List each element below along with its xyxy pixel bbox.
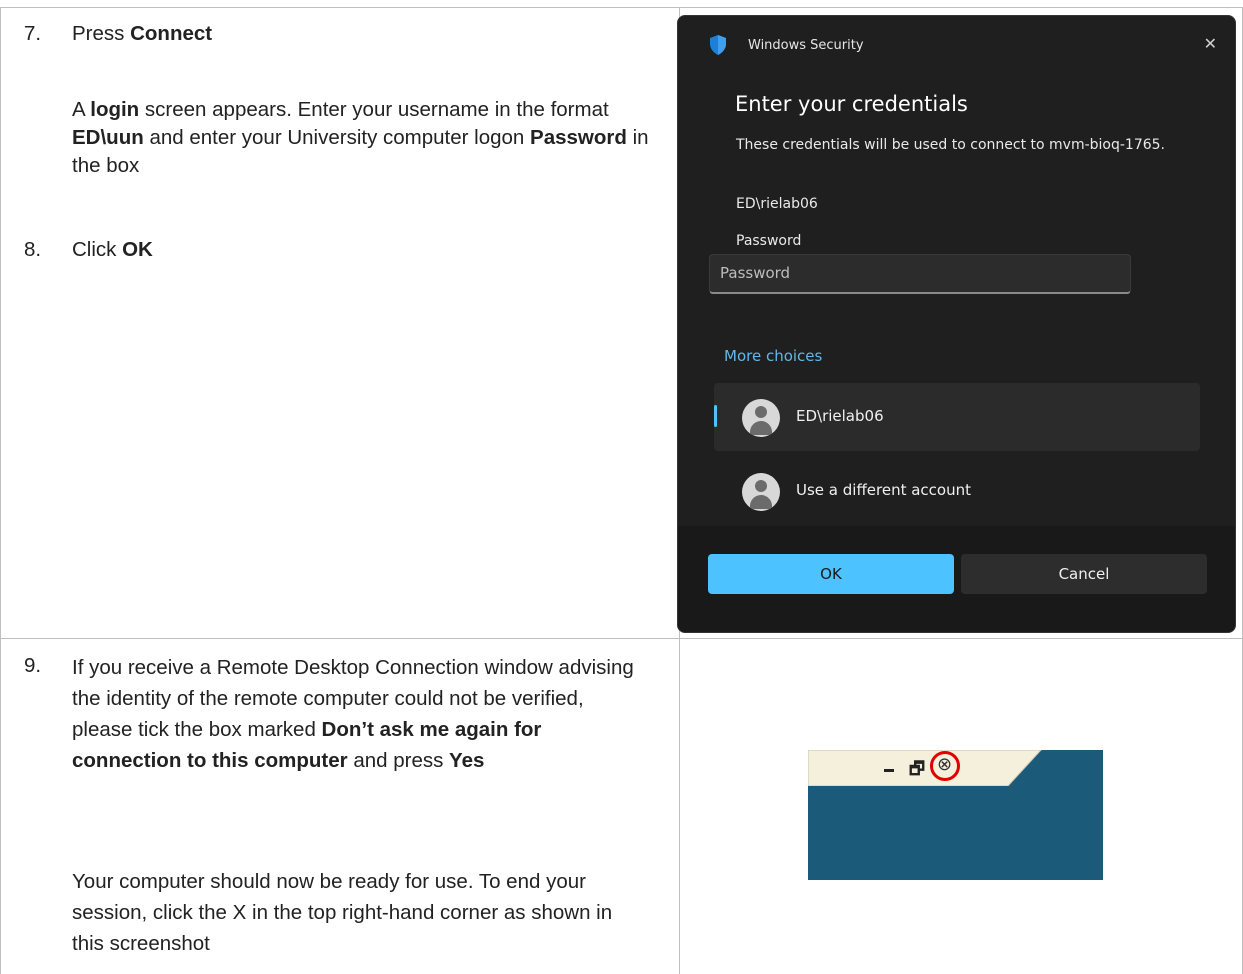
step-number: 9. <box>24 654 42 677</box>
step-number: 7. <box>24 22 42 45</box>
password-label: Password <box>736 233 802 249</box>
detail-text: A <box>72 98 91 121</box>
avatar-icon <box>742 473 780 511</box>
step-text-plain: Click <box>72 238 123 261</box>
account-option-other[interactable]: Use a different account <box>714 457 1200 525</box>
detail-text: and enter your University computer logon <box>143 126 531 149</box>
title-bar-screenshot: 🗗 ⊗ <box>808 750 1103 880</box>
step-text-plain: and press <box>347 749 450 772</box>
step-text-bold: Connect <box>130 22 213 45</box>
windows-security-dialog: Windows Security ✕ Enter your credential… <box>677 15 1236 633</box>
step-text: Click OK <box>72 236 153 264</box>
table-top-border <box>0 7 1243 8</box>
step-text-bold: Yes <box>449 749 485 772</box>
account-label: ED\rielab06 <box>796 407 884 425</box>
detail-text: screen appears. Enter your username in t… <box>139 98 609 121</box>
more-choices-link[interactable]: More choices <box>724 347 822 365</box>
shield-icon <box>710 35 726 55</box>
selection-indicator <box>714 405 717 427</box>
dialog-heading: Enter your credentials <box>735 92 968 116</box>
detail-bold: ED\uun <box>72 126 144 149</box>
dialog-description: These credentials will be used to connec… <box>736 137 1165 153</box>
minimize-icon[interactable] <box>884 769 894 772</box>
avatar-icon <box>742 399 780 437</box>
step-number: 8. <box>24 238 42 261</box>
step-text-bold: OK <box>122 238 153 261</box>
password-input[interactable]: Password <box>709 254 1131 294</box>
dialog-app-title: Windows Security <box>748 38 864 53</box>
password-placeholder: Password <box>720 264 791 282</box>
step-7-detail: A login screen appears. Enter your usern… <box>72 96 652 180</box>
step-9-detail: Your computer should now be ready for us… <box>72 870 613 955</box>
account-option-selected[interactable]: ED\rielab06 <box>714 383 1200 451</box>
dialog-footer: OK Cancel <box>678 526 1235 632</box>
restore-icon[interactable]: 🗗 <box>909 756 925 785</box>
step-text: If you receive a Remote Desktop Connecti… <box>72 652 647 776</box>
detail-bold: Password <box>530 126 627 149</box>
table-row-divider <box>0 638 1243 639</box>
username-text: ED\rielab06 <box>736 196 818 212</box>
cancel-button[interactable]: Cancel <box>961 554 1207 594</box>
highlight-circle <box>930 751 960 781</box>
detail-bold: login <box>90 98 140 121</box>
table-left-border <box>0 7 1 974</box>
step-text: Press Connect <box>72 20 212 48</box>
account-label: Use a different account <box>796 481 971 499</box>
close-icon[interactable]: ✕ <box>1204 34 1217 53</box>
ok-button[interactable]: OK <box>708 554 954 594</box>
step-text-plain: Press <box>72 22 131 45</box>
